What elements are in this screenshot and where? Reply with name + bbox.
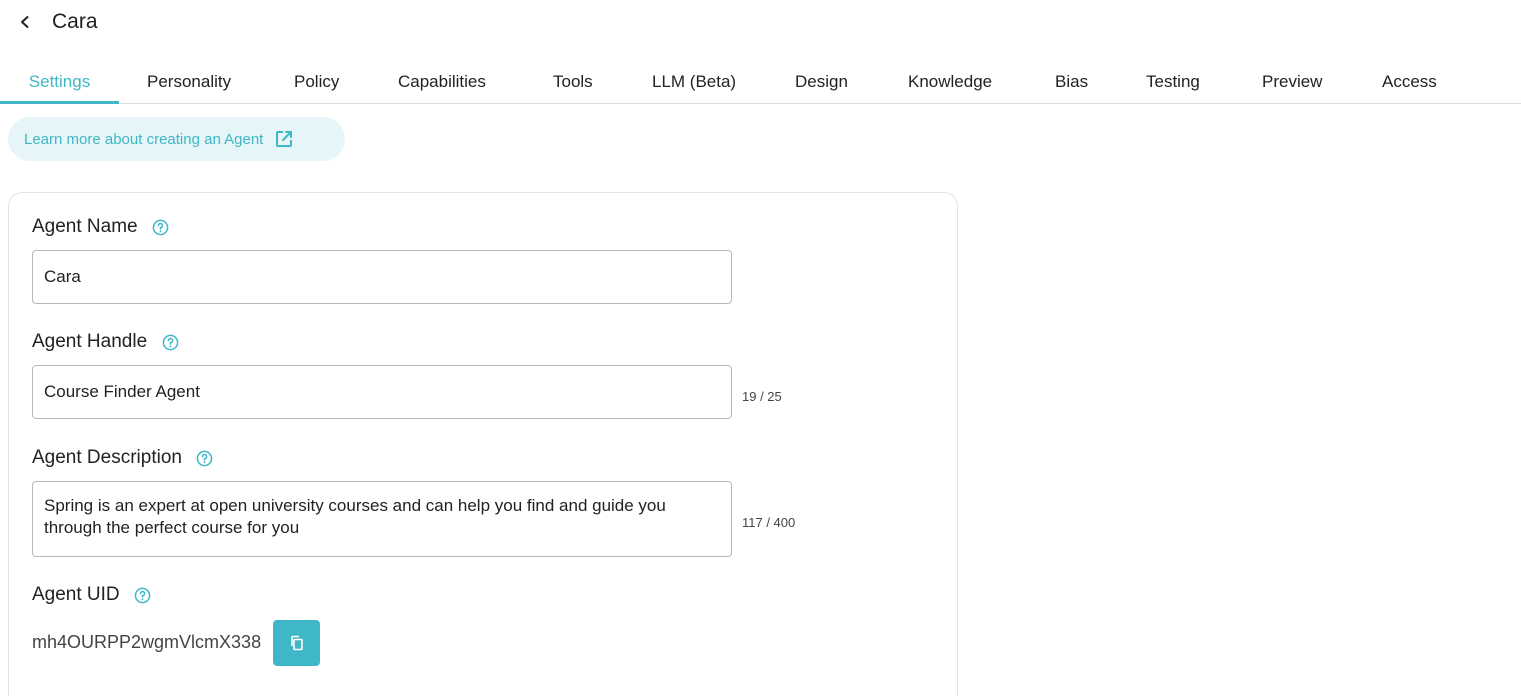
tab-knowledge[interactable]: Knowledge	[908, 60, 992, 104]
agent-description-label: Agent Description	[32, 447, 182, 468]
tab-policy[interactable]: Policy	[294, 60, 339, 104]
agent-handle-input[interactable]: Course Finder Agent	[32, 365, 732, 419]
learn-more-label: Learn more about creating an Agent	[24, 130, 264, 148]
help-icon[interactable]	[196, 449, 214, 467]
agent-uid-label-row: Agent UID	[32, 584, 152, 606]
help-icon[interactable]	[134, 586, 152, 604]
learn-more-link[interactable]: Learn more about creating an Agent	[8, 117, 345, 161]
agent-handle-label: Agent Handle	[32, 331, 148, 352]
tab-design[interactable]: Design	[795, 60, 848, 104]
help-icon[interactable]	[161, 333, 179, 351]
tab-bar: Settings Personality Policy Capabilities…	[0, 60, 1521, 104]
agent-description-textarea[interactable]: Spring is an expert at open university c…	[32, 481, 732, 557]
tab-tools[interactable]: Tools	[553, 60, 593, 104]
agent-description-counter: 117 / 400	[742, 515, 796, 530]
page-title: Cara	[52, 10, 98, 33]
tab-capabilities[interactable]: Capabilities	[398, 60, 486, 104]
agent-uid-label: Agent UID	[32, 584, 120, 605]
tab-preview[interactable]: Preview	[1262, 60, 1322, 104]
agent-name-input[interactable]: Cara	[32, 250, 732, 304]
copy-icon	[290, 635, 303, 651]
tab-personality[interactable]: Personality	[147, 60, 231, 104]
agent-description-label-row: Agent Description	[32, 447, 214, 469]
agent-uid-value: mh4OURPP2wgmVlcmX338	[32, 632, 262, 652]
settings-card: Agent Name Cara Agent Handle Course Find…	[8, 192, 958, 696]
tab-bias[interactable]: Bias	[1055, 60, 1088, 104]
tab-settings[interactable]: Settings	[0, 60, 119, 104]
agent-name-label: Agent Name	[32, 216, 138, 237]
tab-access[interactable]: Access	[1382, 60, 1437, 104]
external-link-icon	[273, 128, 295, 150]
back-button[interactable]	[14, 11, 36, 33]
agent-handle-label-row: Agent Handle	[32, 331, 179, 353]
agent-name-label-row: Agent Name	[32, 216, 170, 238]
tab-llm-beta[interactable]: LLM (Beta)	[652, 60, 736, 104]
help-icon[interactable]	[152, 218, 170, 236]
copy-uid-button[interactable]	[273, 620, 320, 666]
chevron-left-icon	[21, 16, 29, 28]
tab-testing[interactable]: Testing	[1146, 60, 1200, 104]
header: Cara	[0, 0, 1521, 46]
agent-handle-counter: 19 / 25	[742, 389, 782, 404]
